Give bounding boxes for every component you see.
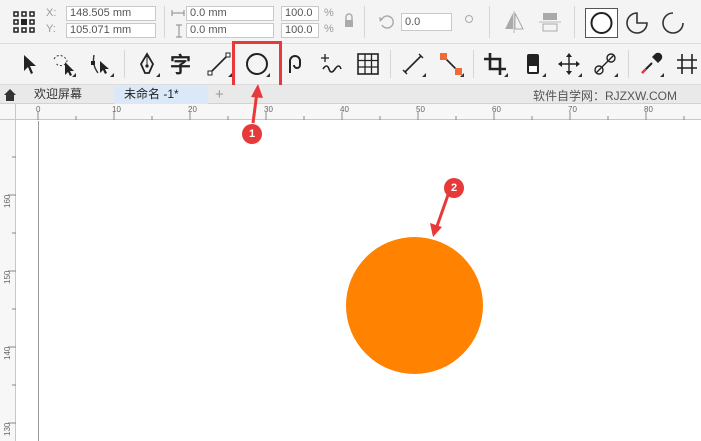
tab-document[interactable]: 未命名 -1* [114,86,208,104]
separator [390,50,391,78]
separator [364,6,365,38]
ellipse-mode-icon[interactable] [585,8,618,38]
flyout-indicator [460,73,464,77]
flyout-indicator [660,73,664,77]
arc-mode-icon[interactable] [658,8,688,38]
separator [164,6,165,38]
ruler-tick-label: 130 [3,422,12,436]
ruler-tick-label: 30 [264,105,273,114]
separator [628,50,629,78]
orange-circle[interactable] [346,237,483,374]
pick-tool-icon [24,55,36,74]
rotate-icon [378,13,396,31]
flyout-indicator [110,73,114,77]
tab-welcome[interactable]: 欢迎屏幕 [24,86,110,104]
height-icon [174,24,184,38]
ruler-tick-label: 10 [112,105,121,114]
artistic-media-tool[interactable] [316,48,346,80]
ruler-tick-label: 50 [416,105,425,114]
rotation-field[interactable]: 0.0 [401,13,452,31]
flyout-indicator [614,73,618,77]
step-badge-2: 2 [444,178,464,198]
connector-tool[interactable] [436,48,466,80]
toolbox: 字 [0,44,701,85]
y-position-field[interactable]: 105.071 mm [66,23,156,38]
add-tab-button[interactable]: + [210,86,232,104]
width-icon [171,8,185,18]
scale-height-field[interactable]: 100.0 [281,23,319,38]
percent-label-h: % [324,23,334,35]
text-tool[interactable]: 字 [166,48,196,80]
separator [574,6,575,38]
dimension-tool[interactable] [398,48,428,80]
spiral-tool-icon [289,55,301,73]
ruler-tick-label: 40 [340,105,349,114]
x-position-field[interactable]: 148.505 mm [66,6,156,21]
document-tabbar: 欢迎屏幕 未命名 -1* + 软件自学网：RJZXW.COM [0,85,701,104]
more-tools[interactable] [672,48,701,80]
pen-tool[interactable] [132,48,162,80]
pie-mode-icon[interactable] [622,8,652,38]
separator [124,50,125,78]
property-bar: X: Y: 148.505 mm 105.071 mm 0.0 mm 0.0 m… [0,0,701,44]
pan-tool[interactable] [554,48,584,80]
step-badge-1: 1 [242,124,262,144]
ruler-tick-label: 60 [492,105,501,114]
flyout-indicator [156,73,160,77]
page-border [38,121,39,441]
ruler-tick-label: 70 [568,105,577,114]
ruler-tick-label: 0 [36,105,41,114]
ruler-tick-label: 160 [3,194,12,208]
separator [489,6,490,38]
pick-tool[interactable] [14,48,44,80]
rotation-degree-icon [465,15,473,23]
mirror-horizontal-icon[interactable] [502,10,526,34]
eraser-tool[interactable] [518,48,548,80]
artistic-media-icon [321,54,342,73]
lock-ratio-icon[interactable] [343,13,355,29]
percent-label-w: % [324,7,334,19]
vertical-ruler[interactable]: 160 150 140 130 [0,120,16,441]
watermark: 软件自学网：RJZXW.COM [533,89,677,103]
flyout-indicator [504,73,508,77]
more-tools-icon [677,54,697,74]
svg-text:字: 字 [170,53,191,77]
blend-tool[interactable] [590,48,620,80]
ruler-tick-label: 150 [3,270,12,284]
ruler-tick-label: 80 [644,105,653,114]
ruler-corner[interactable] [0,104,16,120]
ruler-tick-label: 20 [188,105,197,114]
mirror-vertical-icon[interactable] [538,10,562,34]
flyout-indicator [72,73,76,77]
crop-tool[interactable] [480,48,510,80]
text-tool-icon: 字 [170,53,191,77]
shape-tool[interactable] [86,48,116,80]
separator [473,50,474,78]
scale-width-field[interactable]: 100.0 [281,6,319,21]
flyout-indicator [422,73,426,77]
line-tool[interactable] [204,48,234,80]
horizontal-ruler[interactable]: 0 10 20 30 40 50 60 70 80 [16,104,701,120]
flyout-indicator [542,73,546,77]
table-tool-icon [357,53,379,75]
x-label: X: [46,7,57,19]
width-field[interactable]: 0.0 mm [186,6,274,21]
home-icon[interactable] [3,88,17,102]
spiral-tool[interactable] [280,48,310,80]
ruler-tick-label: 140 [3,346,12,360]
object-origin-icon[interactable] [12,10,38,34]
freehand-pick-tool[interactable] [48,48,78,80]
y-label: Y: [46,23,56,35]
flyout-indicator [578,73,582,77]
eyedropper-tool[interactable] [636,48,666,80]
table-tool[interactable] [353,48,383,80]
height-field[interactable]: 0.0 mm [186,23,274,38]
